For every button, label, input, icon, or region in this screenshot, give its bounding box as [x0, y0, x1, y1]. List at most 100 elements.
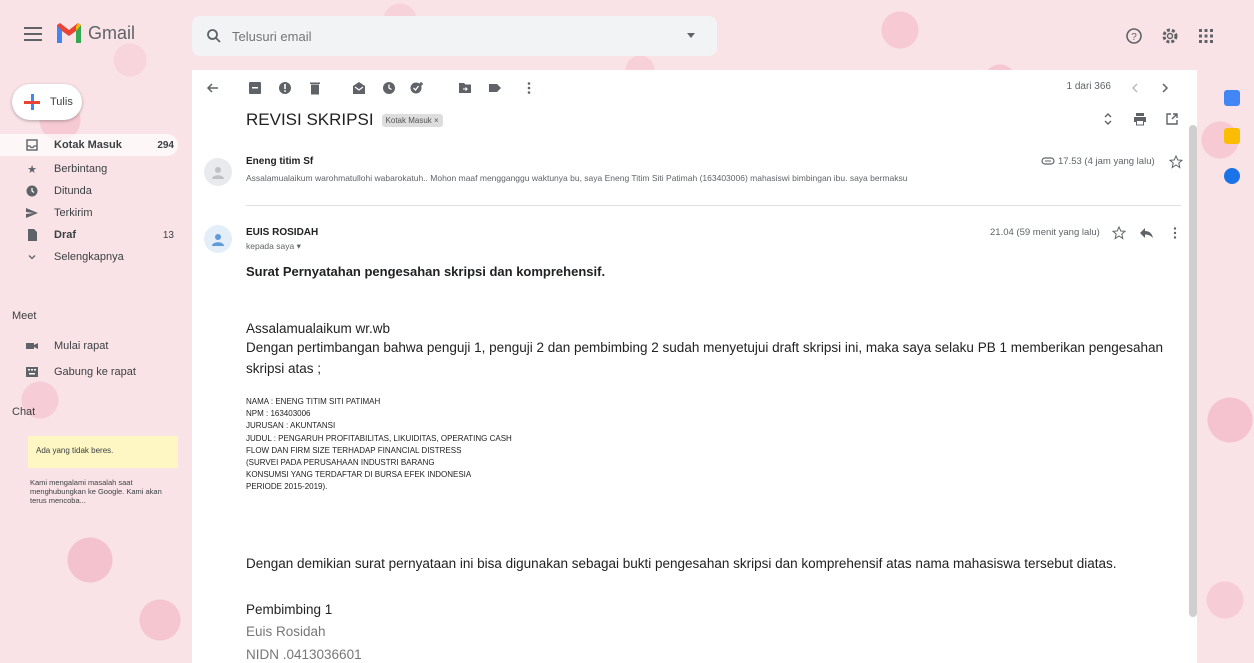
signature-name: Euis Rosidah	[246, 624, 326, 639]
top-bar: Gmail ?	[0, 0, 1254, 70]
unread-count: 294	[157, 139, 174, 151]
attachment-icon	[1041, 157, 1055, 165]
compose-button[interactable]: Tulis	[12, 84, 82, 120]
chat-heading: Chat	[12, 406, 36, 418]
app-name: Gmail	[88, 22, 136, 43]
sidebar-item-label: Ditunda	[54, 185, 92, 197]
meet-heading: Meet	[12, 310, 37, 322]
calendar-icon[interactable]	[1224, 90, 1240, 106]
thread-subject: REVISI SKRIPSI Kotak Masuk ×	[246, 110, 443, 130]
student-details: NAMA : ENENG TITIM SITI PATIMAH NPM : 16…	[246, 396, 512, 494]
back-arrow-icon[interactable]	[206, 81, 220, 95]
clock-icon	[26, 185, 38, 197]
signature-id: NIDN .0413036601	[246, 647, 362, 662]
chat-error-message: Kami mengalami masalah saat menghubungka…	[30, 478, 162, 505]
body-title: Surat Pernyatahan pengesahan skripsi dan…	[246, 264, 606, 279]
snooze-icon[interactable]	[382, 81, 396, 95]
sidebar-item-sent[interactable]: Terkirim	[0, 202, 190, 224]
report-spam-icon[interactable]	[278, 81, 292, 95]
send-icon	[26, 207, 38, 219]
collapsed-message[interactable]: Eneng titim Sf Assalamualaikum warohmatu…	[192, 146, 1183, 196]
sidebar-item-label: Draf	[54, 229, 77, 241]
draft-icon	[26, 229, 38, 241]
sidebar-item-drafts[interactable]: Draf 13	[0, 224, 190, 246]
sidebar-item-label: Selengkapnya	[54, 251, 124, 263]
settings-icon[interactable]	[1160, 26, 1180, 46]
mark-unread-icon[interactable]	[352, 81, 366, 95]
search-bar[interactable]	[192, 16, 717, 56]
join-meeting-item[interactable]: Gabung ke rapat	[26, 362, 136, 382]
menu-icon[interactable]	[24, 27, 42, 41]
sidebar-item-inbox[interactable]: Kotak Masuk 294	[0, 134, 178, 156]
print-icon[interactable]	[1133, 112, 1147, 126]
top-right-icons: ?	[1124, 26, 1216, 46]
star-icon[interactable]	[1169, 155, 1183, 169]
star-icon[interactable]	[1112, 226, 1126, 240]
sidebar-item-label: Kotak Masuk	[54, 139, 122, 151]
detail-line: FLOW DAN FIRM SIZE TERHADAP FINANCIAL DI…	[246, 445, 462, 455]
recipient-text: kepada saya	[246, 241, 295, 251]
chevron-down-icon	[26, 251, 38, 263]
expand-all-icon[interactable]	[1101, 112, 1115, 126]
nav-list: Kotak Masuk 294 ★ Berbintang Ditunda Ter…	[0, 134, 190, 268]
scrollbar[interactable]	[1189, 125, 1197, 617]
side-panel	[1212, 70, 1254, 663]
chat-error-banner: Ada yang tidak beres.	[28, 436, 178, 468]
body-greeting: Assalamualaikum wr.wb	[246, 321, 391, 336]
add-task-icon[interactable]	[410, 81, 424, 95]
message-time: 17.53 (4 jam yang lalu)	[1058, 156, 1155, 167]
body-paragraph: Dengan pertimbangan bahwa penguji 1, pen…	[246, 340, 1164, 376]
body-closing: Dengan demikian surat pernyataan ini bis…	[246, 556, 1117, 571]
meet-item-label: Gabung ke rapat	[54, 366, 136, 378]
detail-line: NPM : 163403006	[246, 409, 311, 419]
more-options-icon[interactable]	[1170, 226, 1180, 240]
detail-line: (SURVEI PADA PERUSAHAAN INDUSTRI BARANG	[246, 458, 435, 468]
plus-icon	[24, 94, 40, 110]
avatar	[204, 158, 232, 186]
search-options-icon[interactable]	[687, 33, 695, 38]
detail-line: JURUSAN : AKUNTANSI	[246, 421, 336, 431]
meet-item-label: Mulai rapat	[54, 340, 109, 352]
keep-icon[interactable]	[1224, 128, 1240, 144]
star-icon: ★	[27, 163, 37, 176]
sidebar-item-more[interactable]: Selengkapnya	[0, 246, 190, 268]
older-chevron-icon[interactable]	[1158, 81, 1172, 95]
message-time: 21.04 (59 menit yang lalu)	[990, 227, 1100, 238]
help-icon[interactable]: ?	[1124, 26, 1144, 46]
reply-icon[interactable]	[1140, 227, 1154, 239]
gmail-logo[interactable]: Gmail	[56, 22, 135, 44]
recipient-line[interactable]: kepada saya ▾	[246, 241, 301, 252]
archive-icon[interactable]	[248, 81, 262, 95]
keyboard-icon	[26, 366, 38, 378]
start-meeting-item[interactable]: Mulai rapat	[26, 336, 108, 356]
detail-line: NAMA : ENENG TITIM SITI PATIMAH	[246, 397, 381, 406]
label-icon[interactable]	[488, 81, 502, 95]
message-view: 1 dari 366 REVISI SKRIPSI Kotak Masuk × …	[192, 70, 1197, 663]
open-new-window-icon[interactable]	[1165, 112, 1179, 126]
signature-role: Pembimbing 1	[246, 602, 333, 617]
apps-grid-icon[interactable]	[1196, 26, 1216, 46]
tasks-icon[interactable]	[1224, 168, 1240, 184]
inbox-label-chip[interactable]: Kotak Masuk ×	[381, 113, 443, 127]
search-input[interactable]	[232, 28, 652, 44]
more-options-icon[interactable]	[522, 81, 536, 95]
pagination-text: 1 dari 366	[1066, 81, 1111, 92]
delete-icon[interactable]	[308, 81, 322, 95]
detail-line: KONSUMSI YANG TERDAFTAR DI BURSA EFEK IN…	[246, 470, 472, 480]
newer-chevron-icon[interactable]	[1128, 81, 1142, 95]
subject-text: REVISI SKRIPSI	[246, 110, 374, 129]
move-to-icon[interactable]	[458, 81, 472, 95]
inbox-icon	[26, 139, 38, 151]
sidebar-item-starred[interactable]: ★ Berbintang	[0, 158, 190, 180]
sidebar-item-snoozed[interactable]: Ditunda	[0, 180, 190, 202]
search-icon[interactable]	[206, 28, 222, 44]
svg-text:?: ?	[1131, 32, 1137, 43]
compose-label: Tulis	[50, 96, 73, 108]
sender-name: Eneng titim Sf	[246, 156, 314, 167]
sender-name: EUIS ROSIDAH	[246, 227, 319, 238]
gmail-m-icon	[57, 23, 81, 43]
draft-count: 13	[162, 229, 174, 241]
sidebar-item-label: Terkirim	[54, 207, 93, 219]
detail-line: PERIODE 2015-2019).	[246, 482, 328, 492]
message-snippet: Assalamualaikum warohmatullohi wabarokat…	[246, 173, 908, 183]
